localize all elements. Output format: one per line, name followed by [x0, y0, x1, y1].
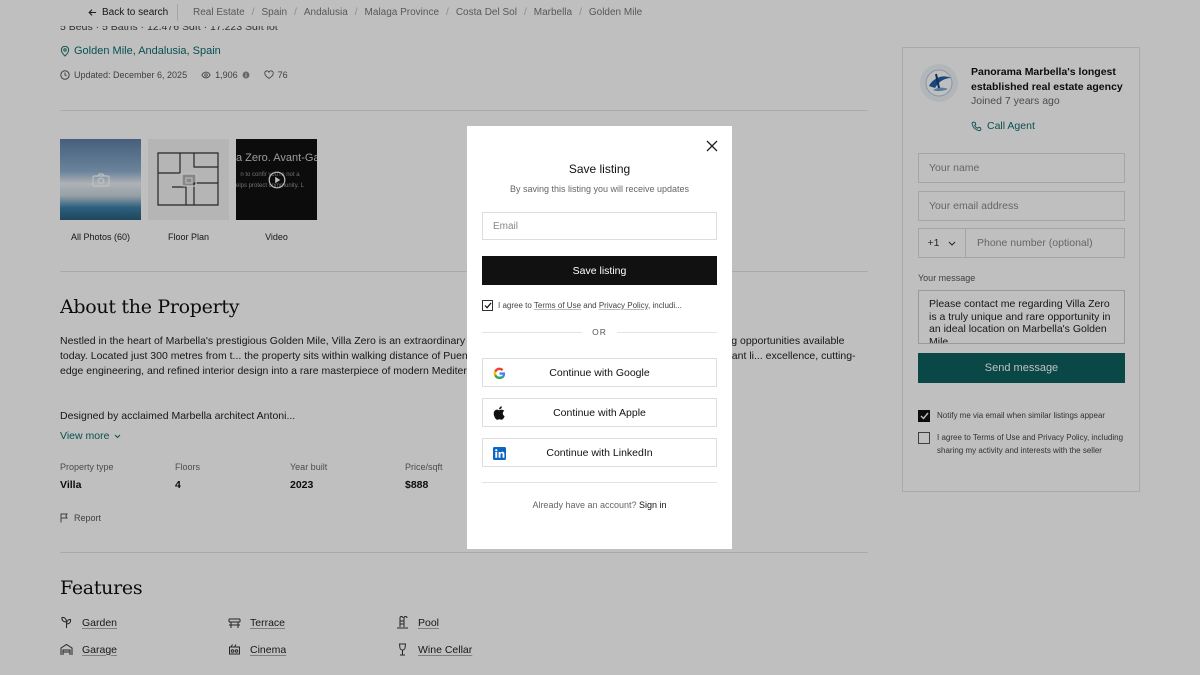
apple-icon	[492, 406, 506, 420]
email-input[interactable]: Email	[482, 212, 717, 240]
agree-and: and	[581, 301, 599, 310]
modal-title: Save listing	[568, 162, 631, 176]
signin-row: Already have an account? Sign in	[467, 500, 732, 510]
agree-prefix: I agree to	[498, 301, 534, 310]
google-icon	[492, 366, 506, 380]
apple-label: Continue with Apple	[553, 406, 646, 419]
modal-agree-checkbox[interactable]	[482, 300, 493, 311]
check-icon	[484, 302, 492, 309]
agree-suffix: , includi...	[648, 301, 682, 310]
terms-link[interactable]: Terms of Use	[534, 301, 581, 310]
modal-agree-text: I agree to Terms of Use and Privacy Poli…	[498, 301, 682, 310]
continue-with-linkedin-button[interactable]: Continue with LinkedIn	[482, 438, 717, 467]
save-listing-button[interactable]: Save listing	[482, 256, 717, 285]
signin-prompt: Already have an account?	[532, 500, 637, 510]
signin-link[interactable]: Sign in	[639, 500, 667, 510]
linkedin-icon	[492, 446, 506, 460]
divider	[482, 482, 717, 483]
or-divider: OR	[482, 327, 717, 337]
or-label: OR	[592, 327, 607, 337]
continue-with-google-button[interactable]: Continue with Google	[482, 358, 717, 387]
linkedin-label: Continue with LinkedIn	[546, 446, 653, 459]
google-label: Continue with Google	[549, 366, 650, 379]
modal-subtitle: By saving this listing you will receive …	[509, 184, 690, 194]
save-listing-modal: Save listing By saving this listing you …	[467, 126, 732, 549]
privacy-link[interactable]: Privacy Policy	[599, 301, 648, 310]
continue-with-apple-button[interactable]: Continue with Apple	[482, 398, 717, 427]
modal-agree-row: I agree to Terms of Use and Privacy Poli…	[482, 300, 682, 311]
close-icon[interactable]	[705, 139, 719, 153]
